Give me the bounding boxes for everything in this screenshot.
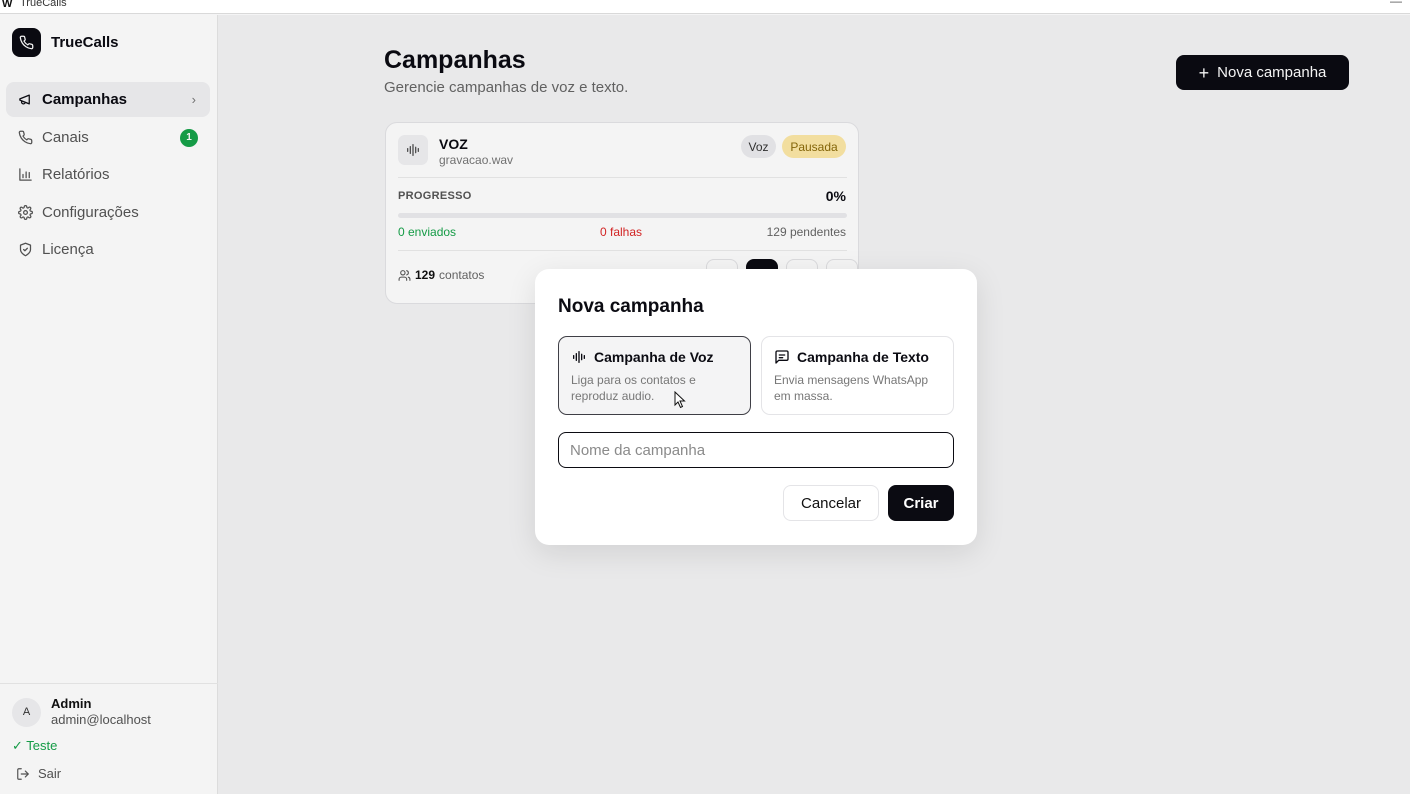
option-description: Envia mensagens WhatsApp em massa. bbox=[774, 373, 929, 403]
campaign-name-input[interactable] bbox=[558, 432, 954, 468]
window-title: TrueCalls bbox=[20, 0, 67, 9]
option-title: Campanha de Voz bbox=[594, 349, 714, 365]
new-campaign-dialog: Nova campanha Campanha de Voz Liga para … bbox=[535, 269, 977, 545]
cancel-button[interactable]: Cancelar bbox=[783, 485, 879, 521]
window-titlebar: W TrueCalls — bbox=[0, 0, 1410, 14]
create-button[interactable]: Criar bbox=[888, 485, 954, 521]
option-title: Campanha de Texto bbox=[797, 349, 929, 365]
text-campaign-option[interactable]: Campanha de Texto Envia mensagens WhatsA… bbox=[761, 336, 954, 415]
minimize-button[interactable]: — bbox=[1390, 0, 1402, 8]
option-description: Liga para os contatos e reproduz audio. bbox=[571, 373, 696, 403]
app-icon: W bbox=[2, 0, 13, 10]
dialog-title: Nova campanha bbox=[558, 296, 704, 317]
audio-wave-icon bbox=[573, 351, 585, 363]
voice-campaign-option[interactable]: Campanha de Voz Liga para os contatos e … bbox=[558, 336, 751, 415]
message-icon bbox=[775, 350, 789, 364]
mouse-cursor-icon bbox=[674, 391, 686, 409]
